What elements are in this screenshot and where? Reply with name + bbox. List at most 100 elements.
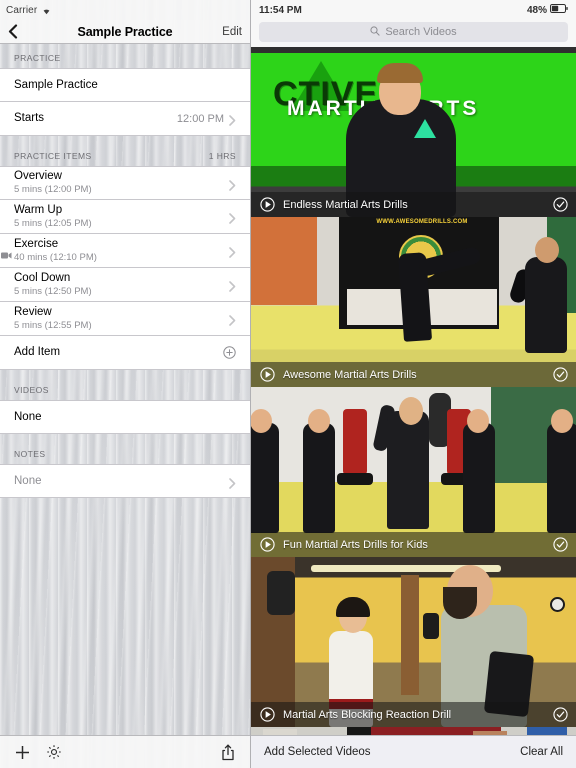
page-title: Sample Practice xyxy=(77,24,173,39)
row-warm-up[interactable]: Warm Up 5 mins (12:05 PM) xyxy=(0,200,250,234)
thumbnail-bag-base-left xyxy=(337,473,373,485)
row-notes-none[interactable]: None xyxy=(0,464,250,498)
wifi-icon xyxy=(41,6,52,15)
row-overview[interactable]: Overview 5 mins (12:00 PM) xyxy=(0,166,250,200)
chevron-right-icon xyxy=(229,211,236,224)
battery-status: 48% xyxy=(527,4,568,16)
bottom-toolbar-right: Add Selected Videos Clear All xyxy=(251,735,576,768)
gear-icon[interactable] xyxy=(45,743,63,761)
add-item-plus-icon[interactable] xyxy=(223,346,236,359)
row-subtitle: 5 mins (12:50 PM) xyxy=(14,285,92,297)
thumbnail-student-figure xyxy=(303,423,335,533)
row-subtitle: 40 mins (12:10 PM) xyxy=(14,251,97,263)
clear-all-button[interactable]: Clear All xyxy=(520,746,563,758)
share-icon[interactable] xyxy=(219,743,237,761)
thumbnail-wall-chart xyxy=(263,729,297,735)
play-icon[interactable] xyxy=(260,197,275,212)
row-exercise[interactable]: Exercise 40 mins (12:10 PM) xyxy=(0,234,250,268)
section-header-value: 1 HRS xyxy=(208,151,236,161)
video-title: Awesome Martial Arts Drills xyxy=(283,368,417,381)
thumbnail-student-figure xyxy=(547,423,576,533)
thumbnail-holder-figure xyxy=(525,257,567,353)
play-icon[interactable] xyxy=(260,537,275,552)
video-title: Martial Arts Blocking Reaction Drill xyxy=(283,708,452,721)
search-bar: Search Videos xyxy=(251,20,576,47)
section-header-label: VIDEOS xyxy=(14,385,49,395)
chevron-right-icon xyxy=(229,113,236,126)
chevron-right-icon xyxy=(229,313,236,326)
search-icon xyxy=(370,23,380,41)
app-screen: Carrier Sample Practice Edit PRACTICE Sa… xyxy=(0,0,576,768)
edit-button[interactable]: Edit xyxy=(222,26,242,38)
plus-icon[interactable] xyxy=(13,743,31,761)
video-caption-bar: Martial Arts Blocking Reaction Drill xyxy=(251,702,576,727)
play-icon[interactable] xyxy=(260,707,275,722)
thumbnail-figure-hair xyxy=(377,63,423,83)
section-header-practice-items: PRACTICE ITEMS 1 HRS xyxy=(0,136,250,166)
video-picker-panel: 11:54 PM 48% Search Videos CTIVE MARTIAL… xyxy=(250,0,576,768)
search-placeholder: Search Videos xyxy=(385,26,457,38)
video-camera-icon xyxy=(1,246,12,258)
video-list-item-partial[interactable] xyxy=(251,727,576,735)
thumbnail-boxer-figure xyxy=(473,731,507,735)
thumbnail-wall-pad xyxy=(423,613,439,639)
back-chevron-icon[interactable] xyxy=(8,24,20,39)
search-input[interactable]: Search Videos xyxy=(259,22,568,42)
row-subtitle: 5 mins (12:05 PM) xyxy=(14,217,92,229)
section-header-label: PRACTICE ITEMS xyxy=(14,151,92,161)
section-header-videos: VIDEOS xyxy=(0,370,250,400)
row-title: Warm Up xyxy=(14,203,63,216)
bottom-toolbar-left xyxy=(0,735,250,768)
video-list-item[interactable]: Fun Martial Arts Drills for Kids xyxy=(251,387,576,557)
thumbnail-student-head xyxy=(467,409,489,433)
video-title: Endless Martial Arts Drills xyxy=(283,198,408,211)
add-selected-videos-button[interactable]: Add Selected Videos xyxy=(264,746,371,758)
thumbnail-banner-text: WWW.AWESOMEDRILLS.COM xyxy=(376,219,468,225)
thumbnail-spectator-figure xyxy=(527,727,567,735)
row-cool-down[interactable]: Cool Down 5 mins (12:50 PM) xyxy=(0,268,250,302)
thumbnail-student-hair xyxy=(336,597,370,617)
battery-icon xyxy=(550,4,568,16)
play-icon[interactable] xyxy=(260,367,275,382)
video-results-list[interactable]: CTIVE MARTIAL ARTS Endless Martial Arts xyxy=(251,47,576,735)
status-bar-right: 11:54 PM 48% xyxy=(251,0,576,20)
row-starts[interactable]: Starts 12:00 PM xyxy=(0,102,250,136)
row-title: Add Item xyxy=(14,346,61,358)
thumbnail-student-head xyxy=(251,409,272,433)
row-review[interactable]: Review 5 mins (12:55 PM) xyxy=(0,302,250,336)
chevron-right-icon xyxy=(229,245,236,258)
navigation-bar: Sample Practice Edit xyxy=(0,20,250,44)
check-circle-icon[interactable] xyxy=(553,197,568,212)
video-list-item[interactable]: Martial Arts Blocking Reaction Drill xyxy=(251,557,576,727)
row-practice-name[interactable]: Sample Practice xyxy=(0,68,250,102)
row-add-item[interactable]: Add Item xyxy=(0,336,250,370)
thumbnail-instructor-head xyxy=(399,397,423,425)
row-title: Overview xyxy=(14,170,62,182)
chevron-right-icon xyxy=(229,178,236,191)
row-title: None xyxy=(14,474,42,487)
check-circle-icon[interactable] xyxy=(553,707,568,722)
video-caption-bar: Endless Martial Arts Drills xyxy=(251,192,576,217)
thumbnail-wall-bag xyxy=(267,571,295,615)
clock-label: 11:54 PM xyxy=(259,4,302,16)
video-list-item[interactable]: WWW.AWESOMEDRILLS.COM Awesome Martial Ar… xyxy=(251,217,576,387)
row-title: Exercise xyxy=(14,237,59,250)
check-circle-icon[interactable] xyxy=(553,537,568,552)
battery-percent-label: 48% xyxy=(526,4,547,16)
practice-list[interactable]: PRACTICE Sample Practice Starts 12:00 PM xyxy=(0,44,250,735)
thumbnail-student-figure xyxy=(463,423,495,533)
row-subtitle: 5 mins (12:55 PM) xyxy=(14,319,92,331)
video-list-item[interactable]: CTIVE MARTIAL ARTS Endless Martial Arts xyxy=(251,47,576,217)
practice-detail-panel: Carrier Sample Practice Edit PRACTICE Sa… xyxy=(0,0,250,768)
status-bar-left: Carrier xyxy=(0,0,250,20)
video-title: Fun Martial Arts Drills for Kids xyxy=(283,538,428,551)
row-title: None xyxy=(14,410,42,423)
chevron-right-icon xyxy=(229,279,236,292)
thumbnail-uniform-badge xyxy=(414,119,436,138)
section-header-practice: PRACTICE xyxy=(0,44,250,68)
row-videos-none[interactable]: None xyxy=(0,400,250,434)
check-circle-icon[interactable] xyxy=(553,367,568,382)
section-header-notes: NOTES xyxy=(0,434,250,464)
carrier-label: Carrier xyxy=(6,4,38,16)
wall-clock-icon xyxy=(550,597,565,612)
